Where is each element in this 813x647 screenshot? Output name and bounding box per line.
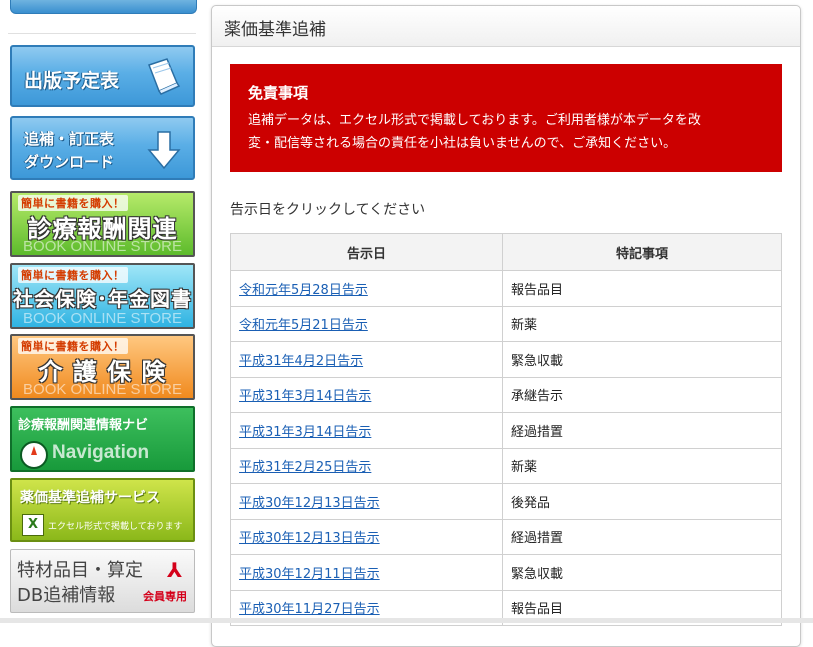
- supplement-download-line2: ダウンロード: [24, 153, 115, 171]
- excel-icon: X: [22, 514, 44, 536]
- store-banner-store-label: BOOK ONLINE STORE: [23, 238, 182, 255]
- disclaimer-box: 免責事項 追補データは、エクセル形式で掲載しております。ご利用者様が本データを改…: [230, 64, 782, 172]
- table-row: 平成31年2月25日告示 新薬: [230, 447, 782, 484]
- disclaimer-line2: 変・配信等される場合の責任を小社は負いませんので、ご承知ください。: [248, 136, 677, 151]
- notice-date-link[interactable]: 平成31年3月14日告示: [239, 425, 371, 440]
- drug-price-service-title: 薬価基準追補サービス: [20, 490, 160, 506]
- store-banner-title: 社会保険･年金図書: [13, 287, 192, 311]
- column-header-date: 告示日: [230, 233, 503, 271]
- disclaimer-text: 追補データは、エクセル形式で掲載しております。ご利用者様が本データを改 変・配信…: [248, 109, 764, 155]
- pdf-icon: ⅄: [167, 558, 183, 582]
- notice-note: 経過措置: [502, 518, 782, 555]
- notice-note: 報告品目: [502, 270, 782, 307]
- notice-date-link[interactable]: 平成30年12月13日告示: [239, 531, 380, 546]
- notice-note: 承継告示: [502, 376, 782, 413]
- sidebar-top-banner[interactable]: [10, 0, 197, 14]
- store-banner-social-insurance[interactable]: 簡単に書籍を購入！ 社会保険･年金図書 BOOK ONLINE STORE: [10, 263, 195, 329]
- main-panel: 薬価基準追補 免責事項 追補データは、エクセル形式で掲載しております。ご利用者様…: [211, 5, 801, 647]
- window-bottom-edge: [0, 618, 813, 623]
- notice-note: 新薬: [502, 305, 782, 342]
- navigation-banner[interactable]: 診療報酬関連情報ナビ Navigation: [10, 406, 195, 472]
- notice-date-link[interactable]: 平成31年3月14日告示: [239, 389, 371, 404]
- store-banner-medical-fees[interactable]: 簡単に書籍を購入！ 診療報酬関連 BOOK ONLINE STORE: [10, 191, 195, 257]
- disclaimer-line1: 追補データは、エクセル形式で掲載しております。ご利用者様が本データを改: [248, 113, 701, 128]
- download-arrow-icon: [147, 131, 181, 170]
- table-row: 平成30年12月11日告示 緊急収載: [230, 554, 782, 591]
- sidebar-divider: [8, 33, 196, 34]
- table-header-row: 告示日 特記事項: [230, 233, 782, 271]
- special-materials-line1: 特材品目・算定: [17, 560, 143, 581]
- notice-date-link[interactable]: 令和元年5月21日告示: [239, 318, 368, 333]
- table-row: 平成31年3月14日告示 経過措置: [230, 412, 782, 449]
- notice-date-link[interactable]: 平成30年12月13日告示: [239, 496, 380, 511]
- table-row: 令和元年5月28日告示 報告品目: [230, 270, 782, 307]
- book-icon: [148, 58, 181, 95]
- navigation-banner-title: 診療報酬関連情報ナビ: [18, 418, 149, 433]
- column-header-notes: 特記事項: [502, 233, 782, 271]
- notice-note: 緊急収載: [502, 554, 782, 591]
- publication-schedule-banner[interactable]: 出版予定表: [10, 45, 195, 107]
- table-row: 平成31年3月14日告示 承継告示: [230, 376, 782, 413]
- table-row: 平成30年12月13日告示 後発品: [230, 483, 782, 520]
- store-banner-store-label: BOOK ONLINE STORE: [23, 310, 182, 327]
- publication-schedule-label: 出版予定表: [24, 70, 120, 92]
- notice-note: 緊急収載: [502, 341, 782, 378]
- disclaimer-title: 免責事項: [248, 84, 309, 102]
- table-row: 令和元年5月21日告示 新薬: [230, 305, 782, 342]
- notice-date-link[interactable]: 平成30年11月27日告示: [239, 602, 380, 617]
- supplement-download-banner[interactable]: 追補・訂正表 ダウンロード: [10, 116, 195, 180]
- instruction-text: 告示日をクリックしてください: [230, 202, 426, 218]
- notice-note: 後発品: [502, 483, 782, 520]
- drug-price-service-banner[interactable]: 薬価基準追補サービス X エクセル形式で掲載しております: [10, 478, 195, 542]
- store-banner-store-label: BOOK ONLINE STORE: [23, 381, 182, 398]
- table-row: 平成30年12月13日告示 経過措置: [230, 518, 782, 555]
- navigation-banner-word: Navigation: [52, 442, 150, 463]
- notice-note: 新薬: [502, 447, 782, 484]
- special-materials-db-banner[interactable]: 特材品目・算定 DB追補情報 ⅄ 会員専用: [10, 549, 195, 613]
- supplement-download-line1: 追補・訂正表: [24, 130, 115, 148]
- notice-date-link[interactable]: 平成31年4月2日告示: [239, 354, 363, 369]
- store-banner-nursing-care[interactable]: 簡単に書籍を購入！ 介 護 保 険 BOOK ONLINE STORE: [10, 334, 195, 400]
- panel-header: 薬価基準追補: [212, 6, 800, 47]
- notice-table: 告示日 特記事項 令和元年5月28日告示 報告品目 令和元年5月21日告示 新薬…: [230, 233, 782, 626]
- notice-date-link[interactable]: 平成31年2月25日告示: [239, 460, 371, 475]
- compass-icon: [20, 441, 48, 469]
- members-only-label: 会員専用: [143, 590, 187, 603]
- notice-date-link[interactable]: 令和元年5月28日告示: [239, 283, 368, 298]
- page-title: 薬価基準追補: [224, 20, 326, 40]
- notice-note: 経過措置: [502, 412, 782, 449]
- special-materials-line2: DB追補情報: [17, 585, 116, 606]
- notice-date-link[interactable]: 平成30年12月11日告示: [239, 567, 380, 582]
- store-banner-tagline: 簡単に書籍を購入！: [18, 267, 128, 283]
- drug-price-service-subtitle: エクセル形式で掲載しております: [48, 522, 183, 532]
- sidebar: 出版予定表 追補・訂正表 ダウンロード 簡単に書籍を購入！ 診療報酬関連 BOO…: [0, 0, 205, 623]
- table-row: 平成31年4月2日告示 緊急収載: [230, 341, 782, 378]
